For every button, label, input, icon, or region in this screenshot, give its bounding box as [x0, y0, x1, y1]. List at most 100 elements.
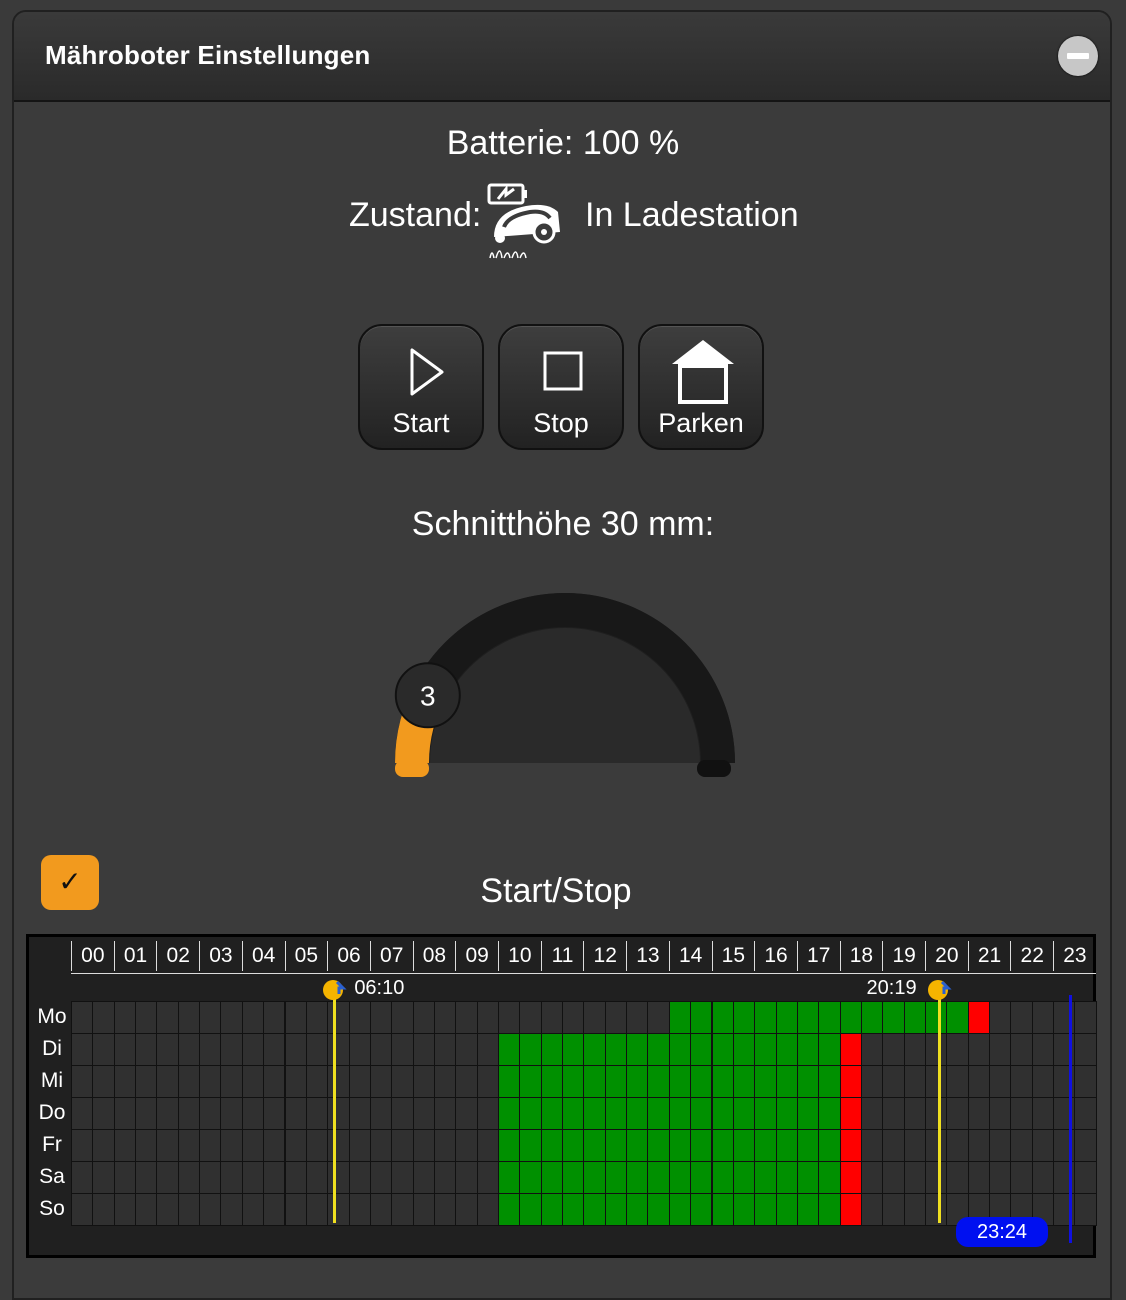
schedule-cell[interactable]	[626, 1065, 649, 1098]
schedule-cell[interactable]	[690, 1033, 713, 1066]
schedule-cell[interactable]	[348, 1129, 371, 1162]
park-button[interactable]: Parken	[638, 324, 764, 450]
schedule-cell[interactable]	[668, 1161, 692, 1194]
schedule-cell[interactable]	[391, 1193, 414, 1226]
schedule-cell[interactable]	[1074, 1193, 1097, 1226]
schedule-cell[interactable]	[476, 1193, 499, 1226]
schedule-cell[interactable]	[92, 1001, 115, 1034]
schedule-cell[interactable]	[199, 1097, 222, 1130]
schedule-cell[interactable]	[647, 1161, 670, 1194]
schedule-cell[interactable]	[754, 1065, 777, 1098]
schedule-cell[interactable]	[498, 1065, 521, 1098]
schedule-cell[interactable]	[540, 1097, 564, 1130]
schedule-cell[interactable]	[455, 1161, 478, 1194]
schedule-cell[interactable]	[818, 1065, 841, 1098]
schedule-cell[interactable]	[455, 1001, 478, 1034]
schedule-cell[interactable]	[369, 1193, 393, 1226]
schedule-cell[interactable]	[113, 1161, 137, 1194]
collapse-icon[interactable]	[1058, 36, 1098, 76]
schedule-cell[interactable]	[1074, 1001, 1097, 1034]
schedule-cell[interactable]	[284, 1193, 307, 1226]
schedule-cell[interactable]	[903, 1129, 926, 1162]
schedule-cell[interactable]	[818, 1193, 841, 1226]
schedule-cell[interactable]	[433, 1129, 457, 1162]
schedule-cell[interactable]	[903, 1033, 926, 1066]
schedule-cell[interactable]	[925, 1161, 948, 1194]
schedule-cell[interactable]	[967, 1129, 991, 1162]
schedule-cell[interactable]	[903, 1065, 926, 1098]
schedule-cell[interactable]	[1010, 1065, 1033, 1098]
schedule-cell[interactable]	[113, 1033, 137, 1066]
schedule-cell[interactable]	[540, 1065, 564, 1098]
schedule-cell[interactable]	[711, 1001, 734, 1034]
schedule-cell[interactable]	[1010, 1129, 1033, 1162]
schedule-cell[interactable]	[519, 1161, 542, 1194]
schedule-cell[interactable]	[967, 1001, 991, 1034]
schedule-cell[interactable]	[519, 1097, 542, 1130]
schedule-cell[interactable]	[732, 1097, 756, 1130]
schedule-cell[interactable]	[71, 1001, 94, 1034]
schedule-cell[interactable]	[135, 1097, 158, 1130]
schedule-cell[interactable]	[626, 1161, 649, 1194]
schedule-cell[interactable]	[732, 1161, 756, 1194]
schedule-cell[interactable]	[199, 1129, 222, 1162]
schedule-cell[interactable]	[433, 1097, 457, 1130]
schedule-cell[interactable]	[241, 1033, 265, 1066]
schedule-cell[interactable]	[796, 1097, 820, 1130]
schedule-cell[interactable]	[647, 1033, 670, 1066]
schedule-cell[interactable]	[604, 1097, 628, 1130]
schedule-cell[interactable]	[391, 1129, 414, 1162]
schedule-cell[interactable]	[775, 1129, 798, 1162]
schedule-cell[interactable]	[583, 1161, 606, 1194]
schedule-cell[interactable]	[604, 1065, 628, 1098]
schedule-cell[interactable]	[348, 1161, 371, 1194]
schedule-cell[interactable]	[241, 1129, 265, 1162]
schedule-cell[interactable]	[327, 1097, 350, 1130]
schedule-cell[interactable]	[369, 1065, 393, 1098]
schedule-cell[interactable]	[946, 1065, 969, 1098]
schedule-cell[interactable]	[305, 1001, 329, 1034]
stop-button[interactable]: Stop	[498, 324, 624, 450]
schedule-cell[interactable]	[732, 1033, 756, 1066]
schedule-cell[interactable]	[690, 1161, 713, 1194]
schedule-cell[interactable]	[711, 1129, 734, 1162]
schedule-cell[interactable]	[540, 1129, 564, 1162]
schedule-cell[interactable]	[711, 1033, 734, 1066]
schedule-cell[interactable]	[498, 1097, 521, 1130]
schedule-cell[interactable]	[348, 1097, 371, 1130]
schedule-cell[interactable]	[498, 1129, 521, 1162]
schedule-cell[interactable]	[562, 1161, 585, 1194]
schedule-cell[interactable]	[71, 1129, 94, 1162]
schedule-cell[interactable]	[455, 1097, 478, 1130]
schedule-cell[interactable]	[668, 1129, 692, 1162]
schedule-cell[interactable]	[562, 1065, 585, 1098]
schedule-cell[interactable]	[882, 1097, 905, 1130]
schedule-cell[interactable]	[1074, 1161, 1097, 1194]
schedule-cell[interactable]	[647, 1097, 670, 1130]
schedule-cell[interactable]	[113, 1129, 137, 1162]
schedule-cell[interactable]	[946, 1097, 969, 1130]
schedule-cell[interactable]	[348, 1065, 371, 1098]
schedule-cell[interactable]	[647, 1193, 670, 1226]
schedule-cell[interactable]	[1074, 1097, 1097, 1130]
schedule-cell[interactable]	[348, 1001, 371, 1034]
schedule-cell[interactable]	[775, 1033, 798, 1066]
schedule-cell[interactable]	[818, 1129, 841, 1162]
schedule-cell[interactable]	[241, 1065, 265, 1098]
schedule-cell[interactable]	[220, 1129, 243, 1162]
schedule-cell[interactable]	[92, 1161, 115, 1194]
schedule-cell[interactable]	[284, 1001, 307, 1034]
schedule-cell[interactable]	[540, 1033, 564, 1066]
schedule-cell[interactable]	[989, 1097, 1012, 1130]
schedule-cell[interactable]	[754, 1193, 777, 1226]
schedule-cell[interactable]	[882, 1193, 905, 1226]
schedule-cell[interactable]	[796, 1033, 820, 1066]
schedule-cell[interactable]	[263, 1001, 286, 1034]
schedule-cell[interactable]	[71, 1193, 94, 1226]
schedule-cell[interactable]	[604, 1129, 628, 1162]
schedule-cell[interactable]	[305, 1161, 329, 1194]
schedule-cell[interactable]	[839, 1001, 862, 1034]
schedule-cell[interactable]	[476, 1001, 499, 1034]
schedule-cell[interactable]	[860, 1129, 884, 1162]
schedule-cell[interactable]	[92, 1065, 115, 1098]
